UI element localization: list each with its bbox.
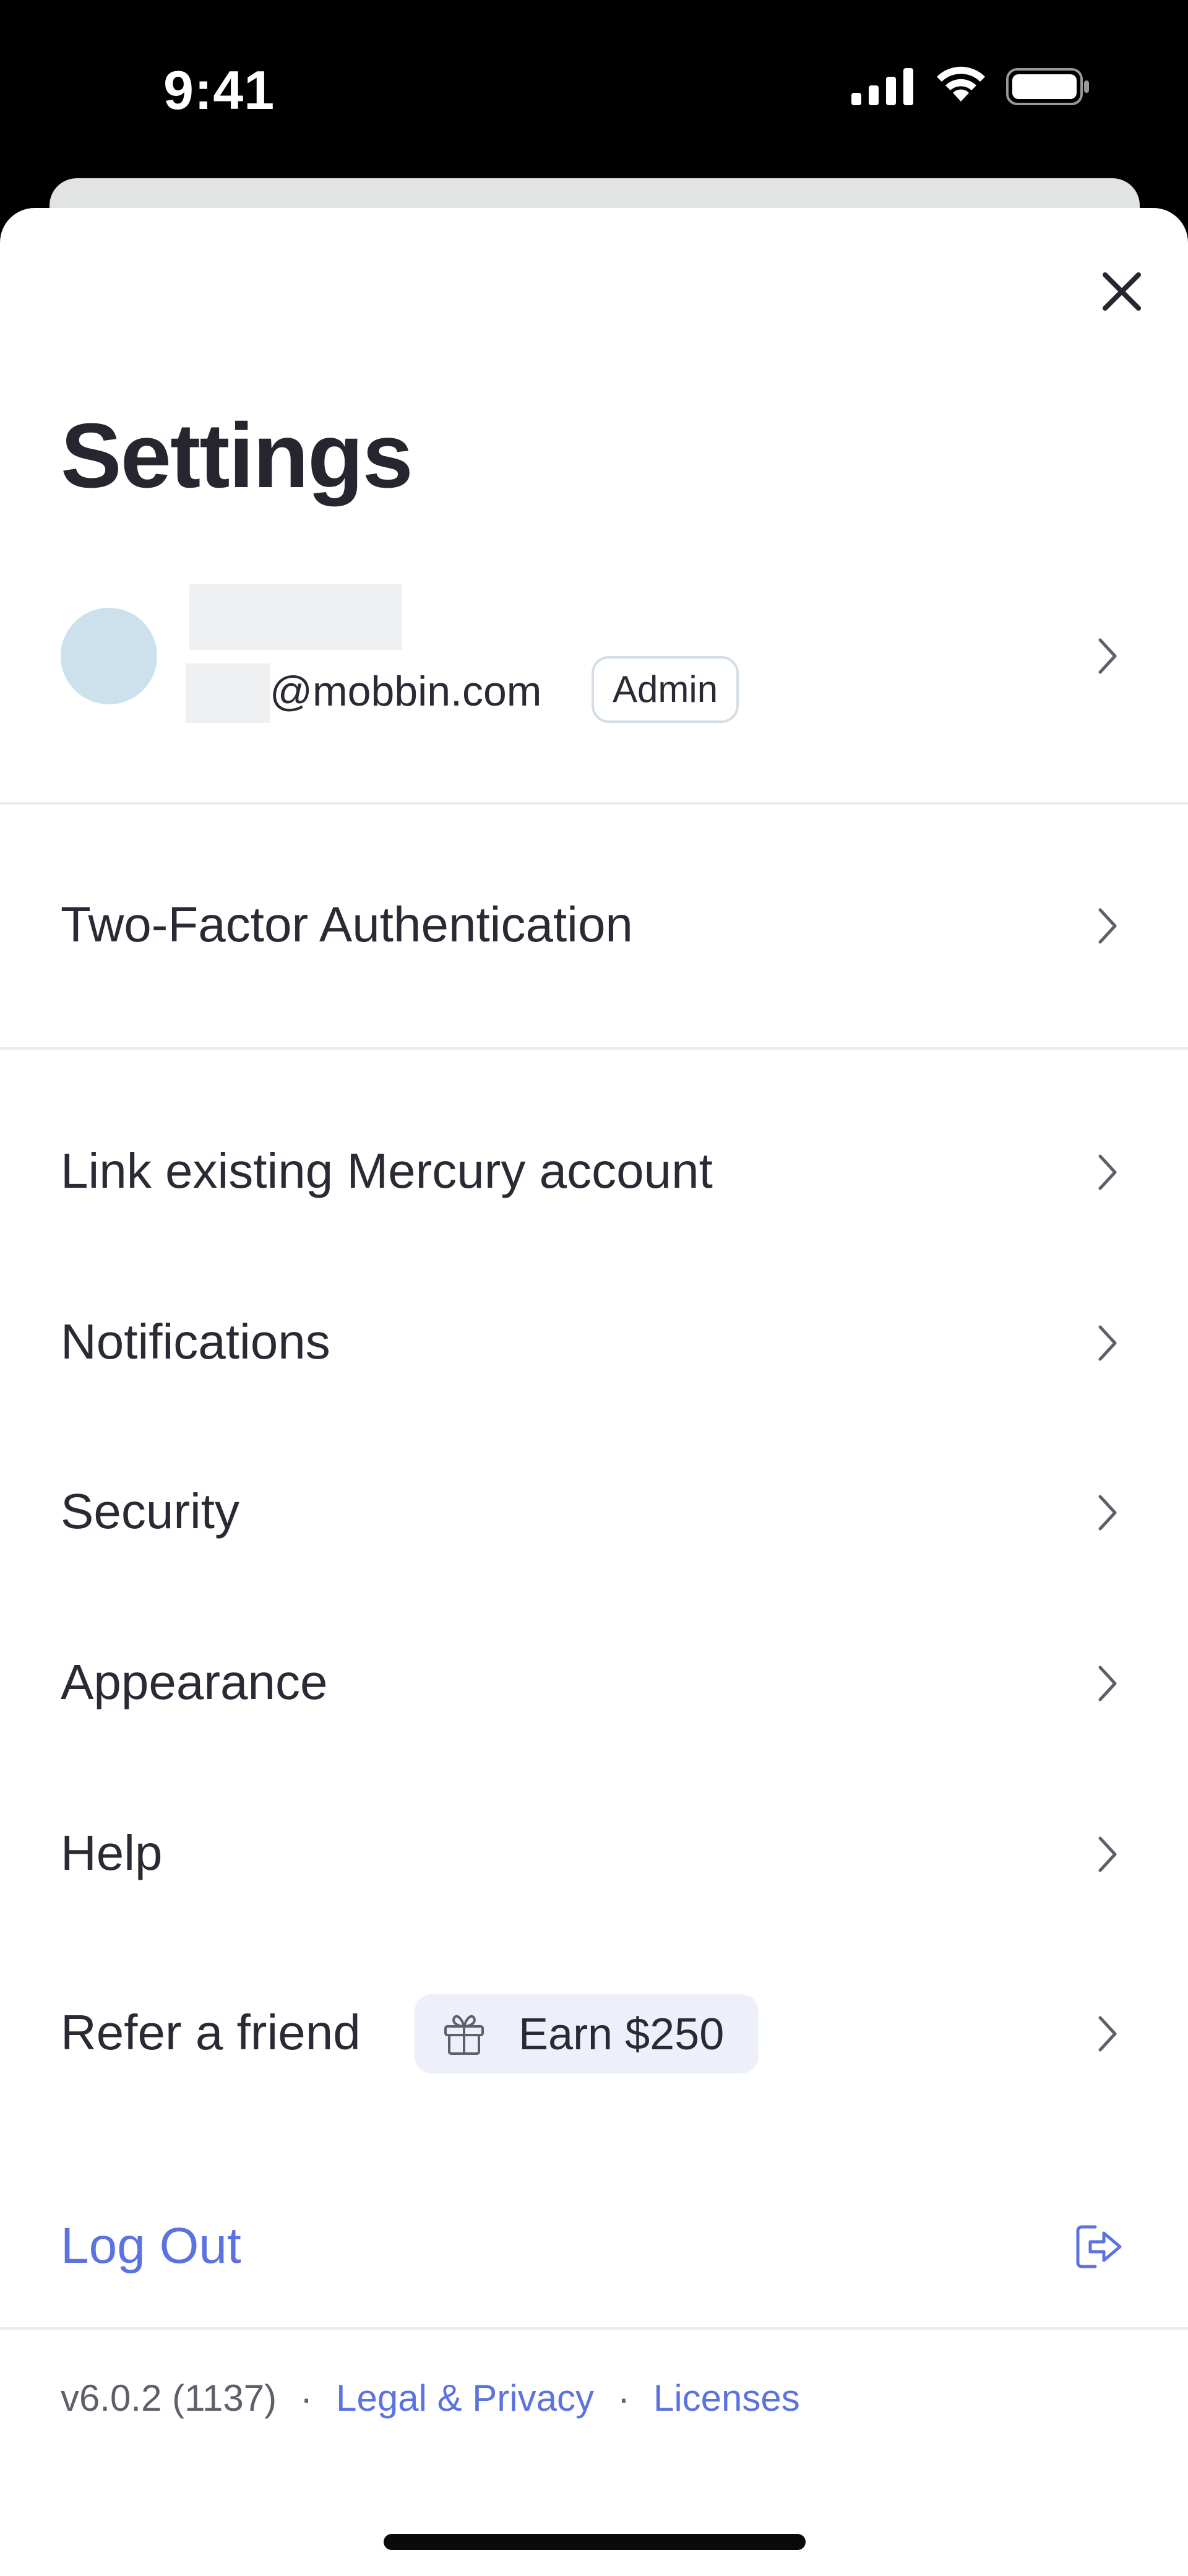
status-time: 9:41: [163, 59, 275, 121]
menu-item-label: Refer a friend: [61, 2005, 361, 2060]
status-bar: 9:41: [0, 0, 1188, 179]
chevron-right-icon: [1098, 1154, 1117, 1190]
menu-item-label: Help: [61, 1825, 163, 1880]
gift-icon: [444, 2015, 484, 2055]
profile-email: @mobbin.com: [270, 668, 542, 715]
menu-item-security[interactable]: Security: [0, 1451, 1188, 1575]
separator: ·: [300, 2377, 313, 2419]
divider: [0, 802, 1188, 805]
menu-item-label: Notifications: [61, 1314, 330, 1369]
app-version: v6.0.2 (1137): [61, 2377, 277, 2419]
menu-item-help[interactable]: Help: [0, 1792, 1188, 1916]
chevron-right-icon: [1098, 1666, 1117, 1701]
chevron-right-icon: [1098, 638, 1117, 674]
profile-name-redacted: [189, 584, 402, 650]
battery-icon: [1006, 68, 1089, 105]
profile-email-redacted: [186, 663, 270, 723]
logout-icon: [1076, 2225, 1122, 2268]
menu-item-notifications[interactable]: Notifications: [0, 1281, 1188, 1405]
chevron-right-icon: [1098, 1495, 1117, 1531]
chevron-right-icon: [1098, 2016, 1117, 2052]
footer: v6.0.2 (1137) · Legal & Privacy · Licenses: [61, 2377, 800, 2419]
licenses-link[interactable]: Licenses: [653, 2377, 800, 2419]
menu-item-refer-friend[interactable]: Refer a friend Earn $250: [0, 1972, 1188, 2096]
menu-item-label: Two-Factor Authentication: [61, 897, 633, 952]
menu-item-appearance[interactable]: Appearance: [0, 1622, 1188, 1745]
close-button[interactable]: [1096, 266, 1147, 317]
wifi-icon: [937, 66, 985, 102]
page-title: Settings: [61, 405, 413, 507]
role-badge: Admin: [592, 656, 739, 723]
chevron-right-icon: [1098, 1325, 1117, 1361]
logout-button[interactable]: Log Out: [0, 2191, 1188, 2302]
home-indicator: [384, 2534, 806, 2550]
earn-badge: Earn $250: [415, 1994, 759, 2073]
profile-row[interactable]: @mobbin.com Admin: [0, 569, 1188, 805]
avatar: [61, 608, 157, 704]
logout-label: Log Out: [61, 2218, 241, 2274]
divider: [0, 2327, 1188, 2330]
menu-item-label: Link existing Mercury account: [61, 1143, 713, 1198]
menu-item-two-factor[interactable]: Two-Factor Authentication: [0, 864, 1188, 988]
chevron-right-icon: [1098, 908, 1117, 944]
divider: [0, 1047, 1188, 1050]
menu-item-label: Security: [61, 1484, 239, 1539]
separator: ·: [617, 2377, 630, 2419]
legal-privacy-link[interactable]: Legal & Privacy: [336, 2377, 594, 2419]
menu-item-link-account[interactable]: Link existing Mercury account: [0, 1110, 1188, 1234]
chevron-right-icon: [1098, 1836, 1117, 1872]
earn-badge-label: Earn $250: [519, 2010, 725, 2059]
menu-item-label: Appearance: [61, 1654, 328, 1709]
cellular-signal-icon: [851, 68, 913, 105]
